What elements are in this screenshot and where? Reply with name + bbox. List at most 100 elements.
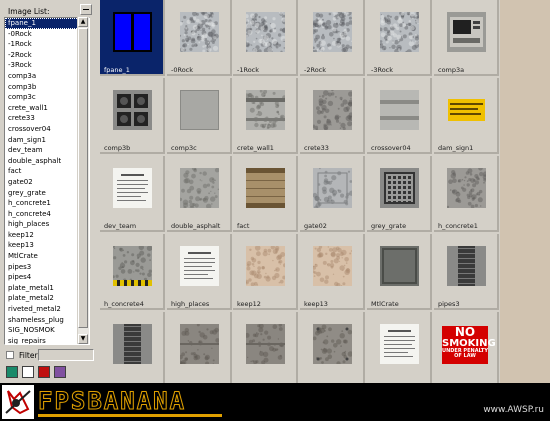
- bottom-banner: FPSBANANA www.AWSP.ru: [0, 383, 550, 421]
- scrollbar-thumb[interactable]: [78, 28, 88, 328]
- texture-cell[interactable]: keep12: [233, 234, 298, 310]
- hazard-concrete-icon: [111, 244, 155, 288]
- image-list-label: Image List:: [8, 7, 50, 16]
- texture-label: dev_team: [104, 222, 137, 230]
- plate-metal-icon: [244, 323, 285, 365]
- no-smoking-sign-icon: NO SMOKING UNDER PENALTY OF LAW: [442, 325, 496, 364]
- film-icon[interactable]: [22, 366, 34, 378]
- right-background-panel: [500, 0, 550, 383]
- texture-cell[interactable]: -1Rock: [233, 0, 298, 76]
- texture-cell[interactable]: high_places: [167, 234, 232, 310]
- rock-icon: [310, 10, 354, 53]
- texture-cell[interactable]: comp3a: [434, 0, 499, 76]
- texture-label: double_asphalt: [171, 222, 221, 230]
- texture-cell[interactable]: NO SMOKING UNDER PENALTY OF LAW: [434, 312, 499, 383]
- blue-window-icon: [113, 12, 152, 52]
- minimize-button[interactable]: [80, 4, 92, 15]
- texture-cell[interactable]: [167, 312, 232, 383]
- computer-vents-icon: [113, 90, 152, 130]
- texture-cell[interactable]: -0Rock: [167, 0, 232, 76]
- scroll-up-button[interactable]: ▲: [78, 17, 88, 27]
- grey-panel-icon: [179, 89, 220, 131]
- text-sign-icon: [180, 246, 219, 286]
- texture-cell[interactable]: dev_team: [100, 156, 165, 232]
- texture-cell[interactable]: gate02: [300, 156, 365, 232]
- texture-cell[interactable]: fact: [233, 156, 298, 232]
- riveted-metal-icon: [312, 324, 354, 366]
- asphalt-icon: [178, 166, 220, 211]
- yellow-sign-icon: [447, 90, 486, 130]
- texture-label: keep12: [237, 300, 261, 308]
- texture-cell[interactable]: h_concrete1: [434, 156, 499, 232]
- texture-label: fact: [237, 222, 250, 230]
- rock-icon: [178, 10, 219, 53]
- minimize-icon: [83, 9, 89, 10]
- texture-label: high_places: [171, 300, 210, 308]
- texture-label: gate02: [304, 222, 327, 230]
- pipes-icon: [447, 246, 486, 286]
- texture-cell[interactable]: -3Rock: [367, 0, 432, 76]
- texture-label: crossover04: [371, 144, 411, 152]
- concrete-icon: [312, 88, 355, 131]
- texture-label: grey_grate: [371, 222, 407, 230]
- image-list-panel: Image List: fpane_1 -0Rock -1Rock -2Rock -3R…: [0, 0, 100, 383]
- rock-icon: [378, 11, 422, 55]
- texture-cell[interactable]: -2Rock: [300, 0, 365, 76]
- metal-crate-icon: [380, 246, 419, 286]
- texture-cell[interactable]: fpane_1: [100, 0, 165, 76]
- logo-underline: [38, 414, 222, 417]
- concrete-wall-icon: [244, 89, 287, 130]
- crossover-icon: [380, 90, 419, 130]
- texture-label: dam_sign1: [438, 144, 474, 152]
- texture-label: -3Rock: [371, 66, 394, 74]
- watermark: www.AWSP.ru: [483, 405, 544, 415]
- filter-input[interactable]: [38, 349, 94, 361]
- sand-stone-icon: [244, 245, 287, 287]
- texture-label: comp3c: [171, 144, 197, 152]
- grid-view-icon[interactable]: [54, 366, 66, 378]
- grate-icon: [380, 168, 419, 208]
- texture-label: MtlCrate: [371, 300, 399, 308]
- filter-label: Filter:: [19, 351, 40, 360]
- texture-cell[interactable]: double_asphalt: [167, 156, 232, 232]
- texture-cell[interactable]: MtlCrate: [367, 234, 432, 310]
- no-smoking-line1: NO: [454, 325, 476, 339]
- texture-label: crete33: [304, 144, 329, 152]
- texture-icon[interactable]: [38, 366, 50, 378]
- texture-grid: fpane_1 -0Rock -1Rock -2Rock -3Rock comp3a com…: [100, 0, 500, 383]
- texture-cell[interactable]: [233, 312, 298, 383]
- filter-checkbox[interactable]: [6, 351, 14, 359]
- view-mode-icon[interactable]: [6, 366, 18, 378]
- sand-stone-icon: [312, 245, 353, 288]
- wood-icon: [246, 168, 285, 208]
- texture-cell[interactable]: comp3c: [167, 78, 232, 154]
- texture-cell[interactable]: [367, 312, 432, 383]
- texture-label: h_concrete1: [438, 222, 478, 230]
- texture-label: -1Rock: [237, 66, 260, 74]
- pipes-icon: [113, 324, 152, 364]
- texture-label: fpane_1: [104, 66, 130, 74]
- concrete-icon: [446, 166, 489, 209]
- texture-cell[interactable]: crete33: [300, 78, 365, 154]
- scroll-down-button[interactable]: ▼: [78, 334, 88, 344]
- list-scrollbar[interactable]: ▲ ▼: [77, 17, 89, 344]
- text-sign-icon: [113, 168, 152, 208]
- computer-panel-icon: [447, 12, 486, 52]
- texture-label: comp3a: [438, 66, 465, 74]
- texture-label: h_concrete4: [104, 300, 144, 308]
- texture-cell[interactable]: [300, 312, 365, 383]
- texture-cell[interactable]: comp3b: [100, 78, 165, 154]
- texture-cell[interactable]: crossover04: [367, 78, 432, 154]
- texture-cell[interactable]: dam_sign1: [434, 78, 499, 154]
- banana-logo-icon: [2, 385, 34, 419]
- texture-label: -0Rock: [171, 66, 194, 74]
- no-smoking-line4: OF LAW: [454, 353, 476, 360]
- texture-cell[interactable]: h_concrete4: [100, 234, 165, 310]
- texture-cell[interactable]: [100, 312, 165, 383]
- texture-label: pipes3: [438, 300, 460, 308]
- texture-cell[interactable]: grey_grate: [367, 156, 432, 232]
- texture-label: comp3b: [104, 144, 131, 152]
- texture-cell[interactable]: pipes3: [434, 234, 499, 310]
- texture-cell[interactable]: keep13: [300, 234, 365, 310]
- texture-cell[interactable]: crete_wall1: [233, 78, 298, 154]
